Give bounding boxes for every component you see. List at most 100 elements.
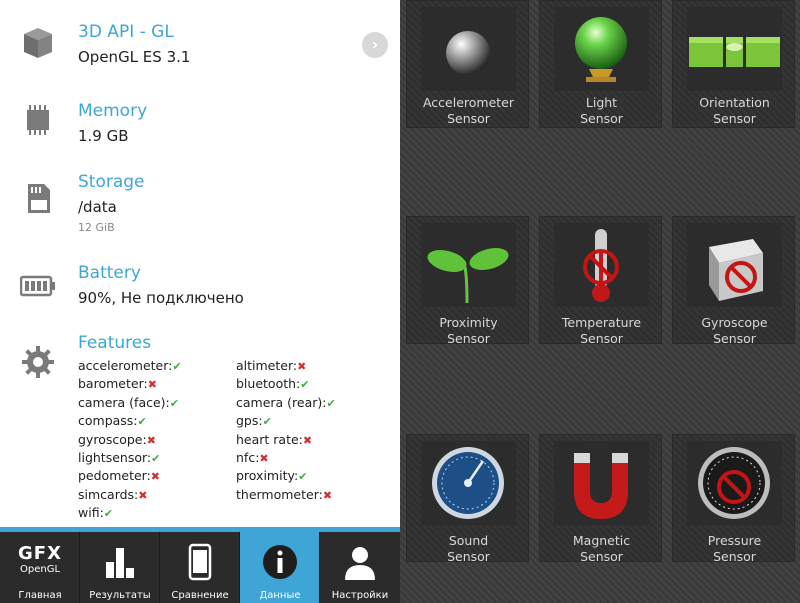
sensor-tile-gyroscope[interactable]: Gyroscope Sensor (672, 216, 795, 346)
feature-item: bluetooth:✔ (236, 376, 309, 391)
sensor-tile-light[interactable]: Light Sensor (539, 0, 662, 128)
sensor-tile-pressure[interactable]: Pressure Sensor (672, 434, 796, 565)
feature-name: wifi: (78, 505, 104, 521)
feature-name: camera (face): (78, 394, 170, 410)
feature-item: gyroscope:✖ (78, 432, 156, 447)
battery-value: 90%, Не подключено (78, 289, 244, 307)
feature-item: compass:✔ (78, 413, 147, 428)
spirit-level-icon (687, 7, 782, 91)
pressure-gauge-icon (687, 441, 782, 525)
sensor-type: Sensor (713, 549, 756, 564)
nav-item-data[interactable]: Данные (240, 532, 320, 603)
sensor-tile-sound[interactable]: Sound Sensor (406, 434, 529, 564)
sd-card-icon (28, 184, 50, 213)
bar-chart-icon (106, 548, 134, 578)
sensor-tile-temperature[interactable]: Temperature Sensor (539, 216, 663, 347)
info-row-3d-api[interactable]: 3D API - GL OpenGL ES 3.1 › (0, 0, 400, 88)
cross-icon: ✖ (297, 360, 307, 373)
sensor-type: Sensor (713, 331, 756, 346)
feature-item: gps:✔ (236, 413, 272, 428)
sensor-tile-proximity[interactable]: Proximity Sensor (406, 216, 530, 347)
storage-size: 12 GiB (78, 221, 115, 234)
sensor-tile-accelerometer[interactable]: Accelerometer Sensor (406, 0, 529, 128)
nav-label-results: Результаты (89, 590, 151, 601)
sensor-tile-orientation[interactable]: Orientation Sensor (672, 0, 795, 128)
gfx-logo-subtext: OpenGL (19, 564, 61, 575)
feature-name: camera (rear): (236, 394, 327, 410)
sensor-type: Sensor (447, 549, 490, 564)
feature-name: accelerometer: (78, 358, 173, 373)
sensor-name: Gyroscope (701, 315, 768, 330)
phone-icon (188, 543, 212, 581)
person-icon (345, 547, 375, 580)
metal-ball-icon (421, 7, 516, 91)
cross-icon: ✖ (302, 433, 313, 447)
feature-name: thermometer: (236, 486, 323, 502)
cross-icon: ✖ (138, 488, 148, 502)
crystal-ball-icon (554, 7, 649, 91)
info-row-battery: Battery 90%, Не подключено (0, 250, 400, 328)
sensor-type: Sensor (580, 549, 623, 564)
sensor-label: Orientation Sensor (673, 95, 796, 127)
check-icon: ✔ (137, 415, 147, 429)
thermometer-icon (554, 223, 649, 307)
sensor-type: Sensor (580, 111, 623, 126)
sensor-name: Proximity (439, 315, 498, 330)
sensor-label: Pressure Sensor (673, 533, 796, 565)
memory-value: 1.9 GB (78, 127, 129, 145)
info-row-memory: Memory 1.9 GB (0, 88, 400, 160)
check-icon: ✔ (300, 378, 310, 392)
chip-icon (27, 105, 49, 135)
check-icon: ✔ (326, 396, 336, 410)
feature-name: nfc: (236, 450, 260, 465)
info-row-features: Features accelerometer:✔ barometer:✖ camer… (0, 328, 400, 526)
check-icon: ✔ (169, 396, 179, 410)
nav-item-settings[interactable]: Настройки (320, 532, 400, 603)
gfx-logo-icon: GFX OpenGL (0, 544, 80, 576)
sensor-name: Orientation (699, 95, 770, 110)
sensor-label: Temperature Sensor (540, 315, 663, 347)
chevron-right-icon[interactable]: › (362, 32, 388, 58)
sensor-name: Magnetic (572, 533, 631, 548)
cube-icon (687, 223, 782, 307)
feature-item: nfc:✖ (236, 450, 269, 465)
feature-name: pedometer: (78, 468, 151, 484)
check-icon: ✔ (151, 452, 161, 465)
feature-name: barometer: (78, 376, 148, 392)
nav-item-home[interactable]: GFX OpenGL Главная (0, 532, 80, 603)
feature-name: altimeter: (236, 358, 298, 373)
cross-icon: ✖ (146, 433, 156, 447)
feature-item: lightsensor:✔ (78, 450, 160, 465)
feature-name: heart rate: (236, 431, 303, 447)
sensor-grid-panel: Accelerometer Sensor Light Sensor Orientat… (400, 0, 800, 603)
sensor-label: Magnetic Sensor (540, 533, 663, 565)
info-row-storage: Storage /data 12 GiB (0, 160, 400, 250)
feature-name: compass: (78, 413, 138, 429)
check-icon: ✔ (298, 470, 308, 484)
api-value: OpenGL ES 3.1 (78, 48, 191, 66)
feature-name: gps: (236, 413, 263, 429)
nav-item-results[interactable]: Результаты (80, 532, 160, 603)
info-icon (263, 545, 297, 579)
battery-icon (20, 275, 55, 297)
nav-label-home: Главная (18, 590, 62, 601)
magnet-icon (554, 441, 649, 525)
storage-value: /data (78, 198, 117, 216)
nav-item-compare[interactable]: Сравнение (160, 532, 240, 603)
sensor-name: Pressure (707, 533, 762, 548)
nav-label-data: Данные (259, 590, 301, 601)
sensor-type: Sensor (580, 331, 623, 346)
memory-title: Memory (78, 101, 148, 121)
sprout-icon (421, 223, 516, 307)
sensor-type: Sensor (713, 111, 756, 126)
gfx-logo-text: GFX (18, 543, 62, 564)
sensor-label: Proximity Sensor (407, 315, 530, 347)
feature-name: proximity: (236, 468, 299, 484)
cross-icon: ✖ (150, 470, 161, 484)
sensor-label: Light Sensor (540, 95, 663, 127)
gauge-icon (421, 441, 516, 525)
sensor-type: Sensor (447, 331, 490, 346)
feature-item: simcards:✖ (78, 487, 148, 502)
sensor-tile-magnetic[interactable]: Magnetic Sensor (539, 434, 663, 565)
feature-name: lightsensor: (78, 450, 152, 465)
